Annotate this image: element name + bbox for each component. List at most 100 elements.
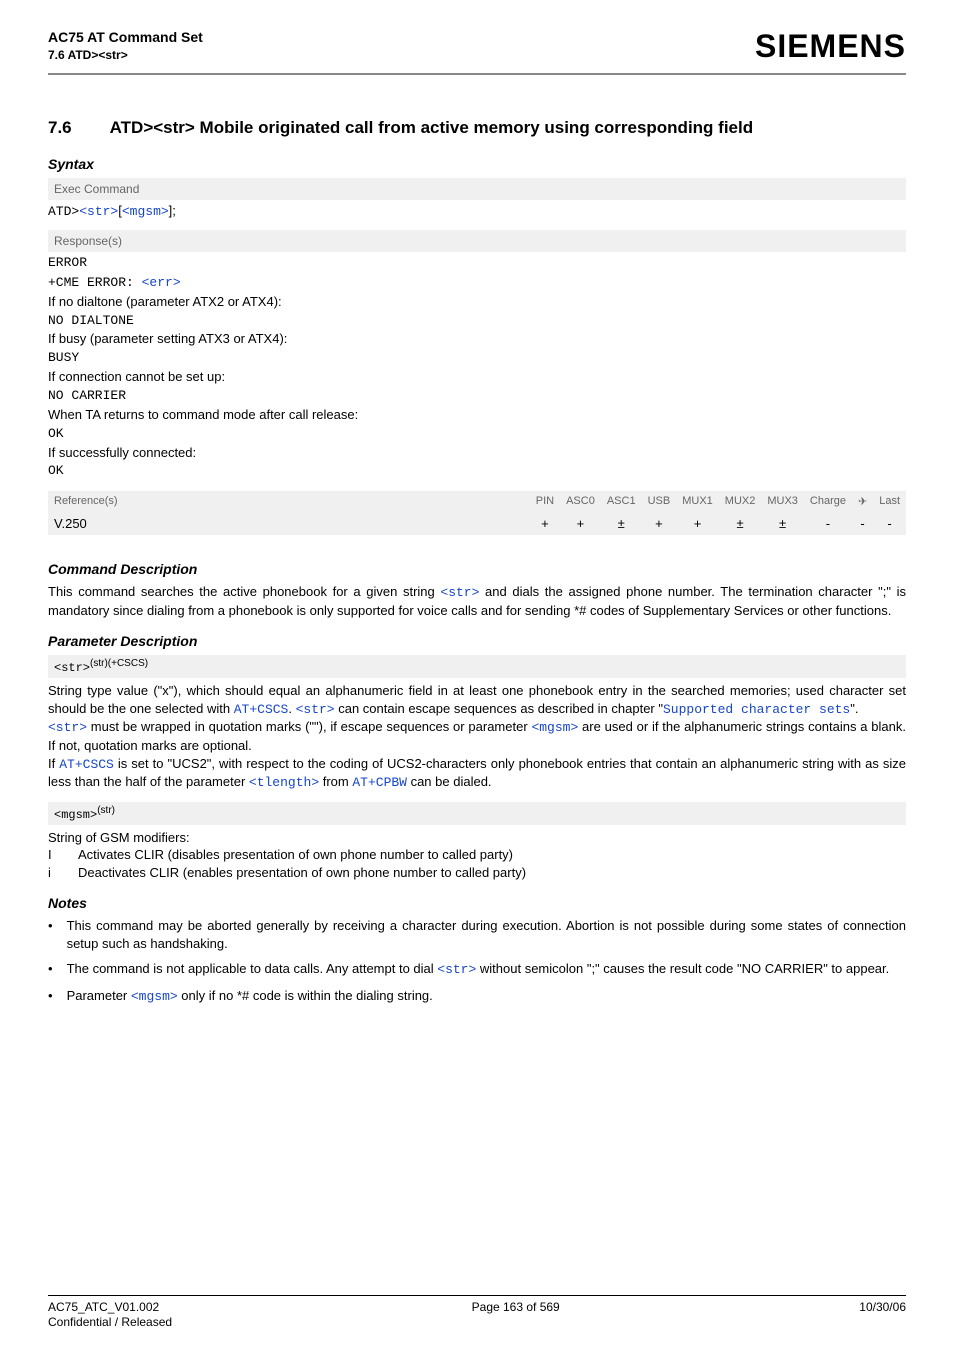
ref-h-last: Last	[873, 491, 906, 512]
p1-cscs: AT+CSCS	[234, 702, 289, 717]
responses-block: ERROR +CME ERROR: <err> If no dialtone (…	[48, 252, 906, 487]
p1-cscs2: AT+CSCS	[59, 757, 114, 772]
n3b: <mgsm>	[131, 989, 178, 1004]
exec-param-mgsm: <mgsm>	[122, 204, 169, 219]
page-footer: AC75_ATC_V01.002 Confidential / Released…	[48, 1295, 906, 1331]
n2c: without semicolon ";" causes the result …	[476, 961, 889, 976]
ref-h-mux1: MUX1	[676, 491, 719, 512]
ref-h-charge: Charge	[804, 491, 852, 512]
bullet-icon: •	[48, 987, 53, 1006]
note-3: • Parameter <mgsm> only if no *# code is…	[48, 987, 906, 1006]
ref-v-mux3: ±	[761, 512, 804, 535]
p1-t4: ".	[850, 701, 858, 716]
ref-h-asc1: ASC1	[601, 491, 642, 512]
p2-i-key: i	[48, 864, 60, 882]
p1-str1: <str>	[296, 702, 335, 717]
footer-left: AC75_ATC_V01.002 Confidential / Released	[48, 1300, 172, 1331]
header-left: AC75 AT Command Set 7.6 ATD><str>	[48, 28, 203, 63]
brand-logo: SIEMENS	[755, 28, 906, 65]
param-mgsm-desc: String of GSM modifiers: I Activates CLI…	[48, 829, 906, 882]
notes-list: • This command may be aborted generally …	[48, 917, 906, 1005]
footer-left1: AC75_ATC_V01.002	[48, 1300, 172, 1316]
footer-center: Page 163 of 569	[472, 1300, 560, 1331]
note-2: • The command is not applicable to data …	[48, 960, 906, 979]
note-1: • This command may be aborted generally …	[48, 917, 906, 952]
p1-t6d: can be dialed.	[407, 774, 492, 789]
resp-ok1: OK	[48, 425, 906, 444]
p1-t6c: from	[319, 774, 352, 789]
ref-h-usb: USB	[642, 491, 677, 512]
bullet-icon: •	[48, 917, 53, 952]
p1-tlen: <tlength>	[249, 775, 319, 790]
resp-nodial-cond: If no dialtone (parameter ATX2 or ATX4):	[48, 293, 906, 312]
p1-cpbw: AT+CPBW	[352, 775, 407, 790]
resp-busy: BUSY	[48, 349, 906, 368]
page: AC75 AT Command Set 7.6 ATD><str> SIEMEN…	[0, 0, 954, 1351]
ref-h-mux3: MUX3	[761, 491, 804, 512]
cd-t1: This command searches the active phonebo…	[48, 584, 440, 599]
resp-nocarrier: NO CARRIER	[48, 387, 906, 406]
resp-return-cond: When TA returns to command mode after ca…	[48, 406, 906, 425]
syntax-heading: Syntax	[48, 156, 906, 172]
p2-I-key: I	[48, 846, 60, 864]
p1-t2: .	[288, 701, 295, 716]
exec-semicolon: ;	[172, 203, 176, 218]
cd-str: <str>	[440, 585, 479, 600]
command-description-text: This command searches the active phonebo…	[48, 583, 906, 619]
ref-v-asc0: +	[560, 512, 601, 535]
p1-mgsm: <mgsm>	[531, 720, 578, 735]
p1-t3: can contain escape sequences as describe…	[335, 701, 663, 716]
doc-title: AC75 AT Command Set	[48, 28, 203, 47]
ref-v-air: -	[852, 512, 873, 535]
bullet-icon: •	[48, 960, 53, 979]
section-heading: 7.6 ATD><str> Mobile originated call fro…	[48, 117, 906, 138]
n3c: only if no *# code is within the dialing…	[178, 988, 433, 1003]
doc-subtitle: 7.6 ATD><str>	[48, 47, 203, 63]
responses-label: Response(s)	[48, 230, 906, 252]
ref-h-pin: PIN	[530, 491, 560, 512]
resp-success-cond: If successfully connected:	[48, 444, 906, 463]
exec-command-line: ATD><str>[<mgsm>];	[48, 200, 906, 228]
param-str-desc: String type value ("x"), which should eq…	[48, 682, 906, 791]
resp-cme-prefix: +CME ERROR:	[48, 275, 142, 290]
ref-v-usb: +	[642, 512, 677, 535]
note-1-text: This command may be aborted generally by…	[67, 917, 906, 952]
ref-h-mux2: MUX2	[719, 491, 762, 512]
ref-row-label: V.250	[48, 512, 530, 535]
ref-h-asc0: ASC0	[560, 491, 601, 512]
n2a: The command is not applicable to data ca…	[67, 961, 438, 976]
resp-busy-cond: If busy (parameter setting ATX3 or ATX4)…	[48, 330, 906, 349]
p2-row-i: i Deactivates CLIR (enables presentation…	[48, 864, 906, 882]
note-2-text: The command is not applicable to data ca…	[67, 960, 906, 979]
p2-intro: String of GSM modifiers:	[48, 829, 906, 847]
command-description-heading: Command Description	[48, 561, 906, 577]
param-str-sup: (str)(+CSCS)	[90, 658, 148, 669]
resp-cme-err: <err>	[142, 275, 181, 290]
notes-heading: Notes	[48, 895, 906, 911]
p1-t5a: <str>	[48, 720, 87, 735]
p2-row-I: I Activates CLIR (disables presentation …	[48, 846, 906, 864]
section-title-text: ATD><str> Mobile originated call from ac…	[110, 117, 906, 138]
ref-v-pin: +	[530, 512, 560, 535]
param-str-name: <str>	[54, 661, 90, 675]
resp-noconn-cond: If connection cannot be set up:	[48, 368, 906, 387]
param-mgsm-box: <mgsm>(str)	[48, 802, 906, 825]
n3a: Parameter	[67, 988, 131, 1003]
reference-table: Reference(s) PIN ASC0 ASC1 USB MUX1 MUX2…	[48, 491, 906, 535]
p2-I-val: Activates CLIR (disables presentation of…	[78, 846, 513, 864]
ref-v-asc1: ±	[601, 512, 642, 535]
p2-i-val: Deactivates CLIR (enables presentation o…	[78, 864, 526, 882]
param-mgsm-name: <mgsm>	[54, 808, 97, 822]
exec-command-label: Exec Command	[48, 178, 906, 200]
footer-right: 10/30/06	[859, 1300, 906, 1331]
ref-v-mux1: +	[676, 512, 719, 535]
ref-v-last: -	[873, 512, 906, 535]
exec-param-str: <str>	[79, 204, 118, 219]
section-number: 7.6	[48, 117, 72, 138]
param-str-box: <str>(str)(+CSCS)	[48, 655, 906, 678]
ref-label: Reference(s)	[48, 491, 530, 512]
p1-t6a: If	[48, 756, 59, 771]
n2b: <str>	[437, 962, 476, 977]
parameter-description-heading: Parameter Description	[48, 633, 906, 649]
exec-prefix: ATD>	[48, 204, 79, 219]
